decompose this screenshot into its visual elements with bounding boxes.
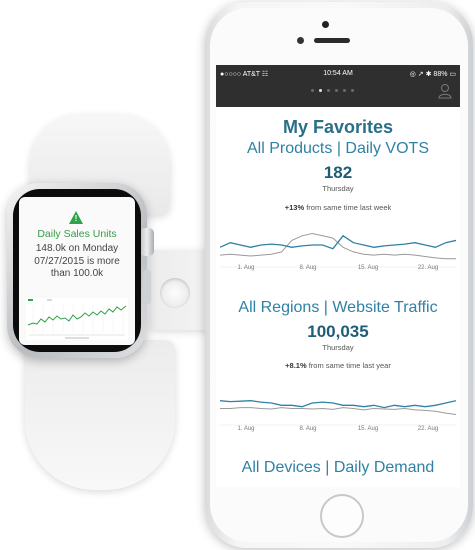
status-bar: ●○○○○ AT&T ☷ 10:54 AM ◎ ↗ ✱ 88% ▭ bbox=[216, 65, 460, 107]
trend-chart[interactable] bbox=[220, 380, 456, 426]
card-title[interactable]: All Regions | Website Traffic bbox=[216, 299, 460, 317]
delta-text: from same time last week bbox=[304, 203, 392, 212]
x-tick-label: 22. Aug bbox=[417, 265, 439, 271]
page-dot[interactable] bbox=[343, 89, 346, 92]
page-dot[interactable] bbox=[335, 89, 338, 92]
x-tick-label: 8. Aug bbox=[299, 426, 317, 432]
card-value: 182 bbox=[323, 163, 353, 182]
card-delta: +8.1% from same time last year bbox=[216, 361, 460, 370]
page-dot[interactable] bbox=[311, 89, 314, 92]
watch-band-bottom bbox=[25, 340, 175, 490]
speaker-grille bbox=[314, 38, 350, 43]
alert-title: Daily Sales Units bbox=[37, 228, 117, 240]
delta-value: +13% bbox=[284, 203, 305, 212]
x-axis-ticks: 1. Aug 8. Aug 15. Aug 22. Aug bbox=[216, 426, 460, 436]
x-tick-label: 15. Aug bbox=[357, 265, 379, 271]
delta-value: +8.1% bbox=[285, 361, 307, 370]
x-tick-label: 15. Aug bbox=[357, 426, 379, 432]
x-tick-label: 8. Aug bbox=[299, 265, 317, 271]
digital-crown[interactable] bbox=[140, 228, 154, 256]
alert-message-line: 148.0k on Monday bbox=[35, 243, 119, 254]
x-tick-label: 22. Aug bbox=[417, 426, 439, 432]
page-title: My Favorites bbox=[282, 117, 394, 137]
user-icon[interactable] bbox=[438, 83, 452, 99]
band-pin bbox=[160, 278, 190, 308]
alert-message: 148.0k on Monday 07/27/2015 is more than… bbox=[23, 243, 131, 281]
x-axis-ticks: 1. Aug 8. Aug 15. Aug 22. Aug bbox=[216, 265, 460, 275]
earpiece-sensor bbox=[322, 21, 329, 28]
home-button[interactable] bbox=[320, 494, 364, 538]
status-icons: ◎ ↗ ✱ 88% ▭ bbox=[409, 71, 456, 78]
watch-screen[interactable]: ! Daily Sales Units 148.0k on Monday 07/… bbox=[19, 197, 135, 345]
primary-series-line bbox=[220, 234, 456, 250]
watch-mini-chart bbox=[25, 297, 129, 341]
card-day: Thursday bbox=[322, 343, 354, 352]
secondary-series-line bbox=[220, 407, 456, 415]
primary-series-line bbox=[220, 400, 456, 409]
alert-mark: ! bbox=[74, 214, 78, 223]
page-dot[interactable] bbox=[327, 89, 330, 92]
alert-message-line: than 100.0k bbox=[50, 268, 104, 279]
x-tick-label: 1. Aug bbox=[237, 426, 255, 432]
card-value: 100,035 bbox=[307, 322, 369, 341]
alert-message-line: 07/27/2015 is more bbox=[34, 255, 120, 267]
page-dot[interactable] bbox=[351, 89, 354, 92]
phone-screen[interactable]: ●○○○○ AT&T ☷ 10:54 AM ◎ ↗ ✱ 88% ▭ My Fav… bbox=[216, 65, 460, 487]
card-day: Thursday bbox=[322, 184, 354, 193]
card-title[interactable]: All Devices | Daily Demand bbox=[216, 459, 460, 477]
card-delta: +13% from same time last week bbox=[216, 203, 460, 212]
front-camera bbox=[297, 37, 304, 44]
card-title[interactable]: All Products | Daily VOTS bbox=[216, 140, 460, 158]
watch-side-button[interactable] bbox=[143, 270, 151, 304]
delta-text: from same time last year bbox=[306, 361, 391, 370]
page-indicator[interactable] bbox=[311, 89, 354, 92]
x-tick-label: 1. Aug bbox=[237, 265, 255, 271]
trend-chart[interactable] bbox=[220, 222, 456, 268]
page-dot[interactable] bbox=[319, 89, 322, 92]
